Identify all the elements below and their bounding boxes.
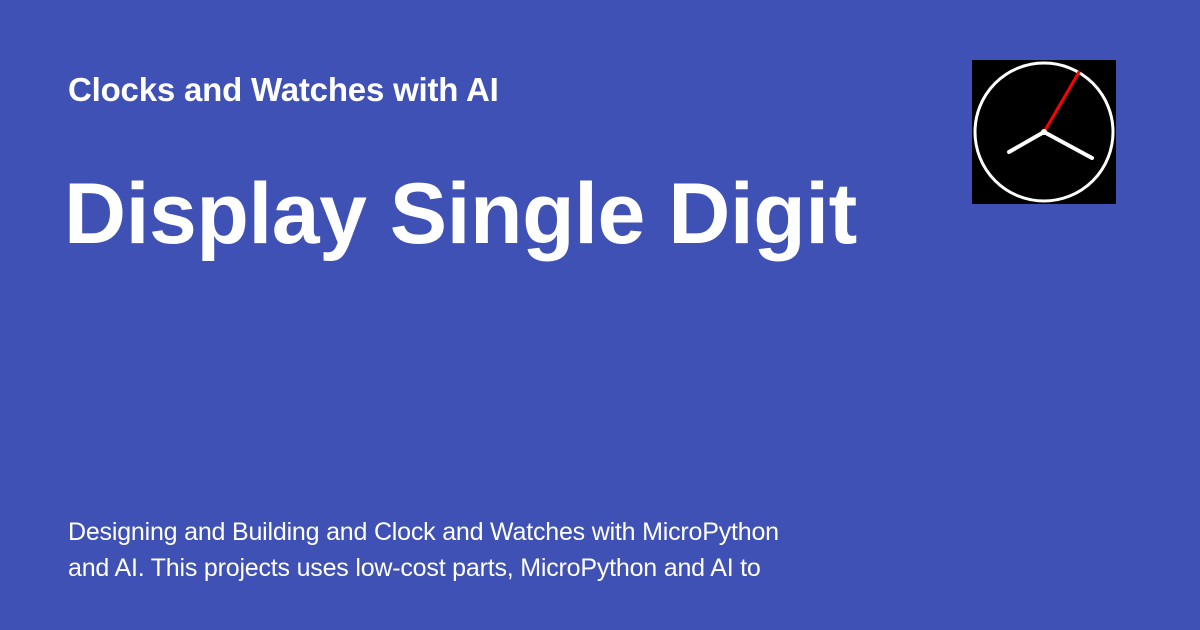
clock-center: [1041, 129, 1047, 135]
page-title: Display Single Digit: [64, 166, 857, 262]
logo: [972, 60, 1116, 204]
clock-minute-hand: [1042, 130, 1094, 160]
clock-second-hand: [1042, 70, 1081, 134]
site-title: Clocks and Watches with AI: [68, 71, 499, 108]
clock-hour-hand: [1007, 130, 1046, 154]
analog-clock-icon: [973, 61, 1115, 203]
page-description: Designing and Building and Clock and Wat…: [68, 518, 779, 582]
